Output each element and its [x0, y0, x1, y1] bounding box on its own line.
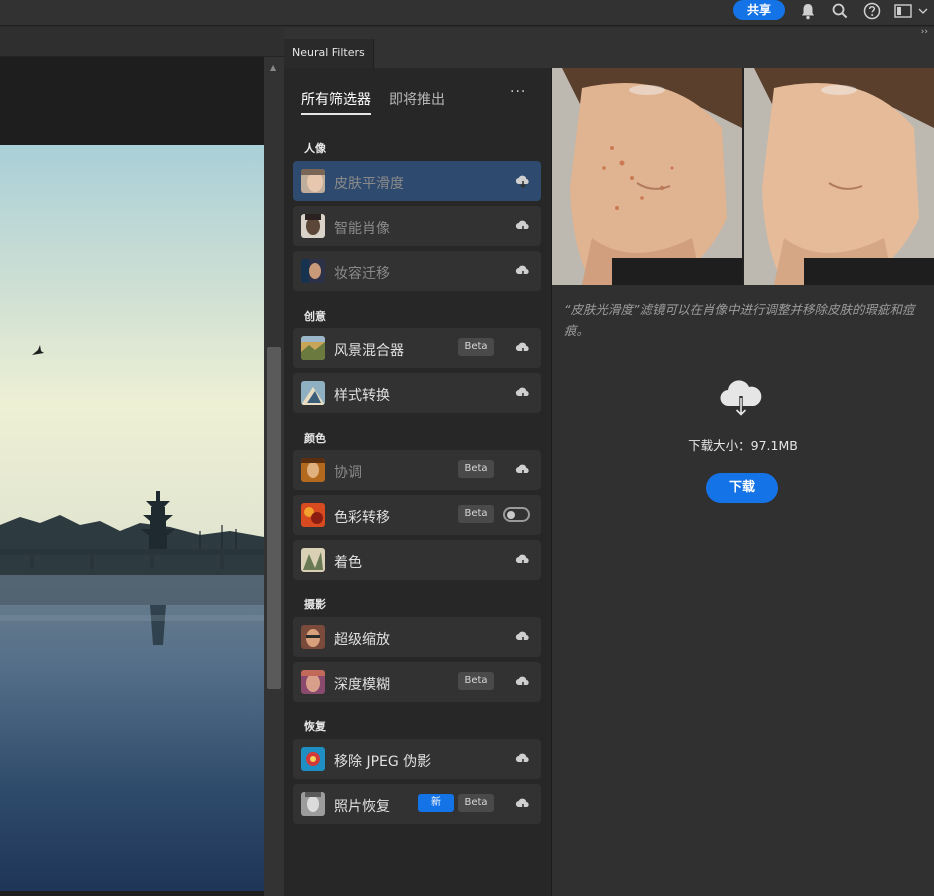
filter-harmonization[interactable]: 协调 Beta — [293, 450, 541, 490]
workspace-icon[interactable] — [894, 2, 912, 20]
filter-colorize[interactable]: 着色 — [293, 540, 541, 580]
beta-badge: Beta — [458, 794, 494, 812]
canvas-pasteboard-bottom — [0, 891, 264, 896]
filter-remove-jpeg-artifacts[interactable]: 移除 JPEG 伪影 — [293, 739, 541, 779]
download-button[interactable]: 下载 — [706, 473, 778, 503]
makeup-transfer-thumbnail — [301, 259, 325, 283]
filter-list-column: 所有筛选器 即将推出 ··· 人像 皮肤平滑度 智能肖像 妆容迁移 创意 风景混… — [284, 68, 552, 896]
filter-style-transfer[interactable]: 样式转换 — [293, 373, 541, 413]
photo-restoration-thumbnail — [301, 792, 325, 816]
filter-label: 样式转换 — [334, 388, 390, 404]
filter-super-zoom[interactable]: 超级缩放 — [293, 617, 541, 657]
filter-tabs: 所有筛选器 即将推出 ··· — [284, 68, 552, 128]
filter-color-transfer[interactable]: 色彩转移 Beta — [293, 495, 541, 535]
neural-filters-tab[interactable]: Neural Filters — [284, 39, 374, 68]
filter-skin-smoothing[interactable]: 皮肤平滑度 — [293, 161, 541, 201]
cloud-download-icon[interactable] — [515, 553, 531, 567]
filter-label: 智能肖像 — [334, 221, 390, 237]
filter-label: 妆容迁移 — [334, 266, 390, 282]
canvas-pasteboard-top — [0, 57, 264, 145]
cloud-download-icon[interactable] — [515, 752, 531, 766]
filter-makeup-transfer[interactable]: 妆容迁移 — [293, 251, 541, 291]
panel-header: Neural Filters ›› — [284, 27, 934, 68]
filter-label: 超级缩放 — [334, 632, 390, 648]
filter-smart-portrait[interactable]: 智能肖像 — [293, 206, 541, 246]
document-canvas[interactable] — [0, 57, 264, 896]
filter-label: 协调 — [334, 465, 362, 481]
new-badge: 新 — [418, 794, 454, 812]
cloud-download-icon[interactable] — [515, 264, 531, 278]
before-face-image — [552, 68, 742, 285]
cloud-download-icon[interactable] — [515, 386, 531, 400]
tab-all-filters[interactable]: 所有筛选器 — [301, 89, 371, 115]
beta-badge: Beta — [458, 460, 494, 478]
skin-smoothing-thumbnail — [301, 169, 325, 193]
depth-blur-thumbnail — [301, 670, 325, 694]
landscape-photo — [0, 145, 264, 891]
cloud-download-icon[interactable] — [515, 219, 531, 233]
jpeg-artifacts-thumbnail — [301, 747, 325, 771]
smart-portrait-thumbnail — [301, 214, 325, 238]
category-portrait: 人像 — [304, 142, 326, 155]
filter-label: 风景混合器 — [334, 343, 404, 359]
document-tab-strip — [0, 27, 284, 57]
more-options-icon[interactable]: ··· — [510, 84, 526, 100]
filter-label: 深度模糊 — [334, 677, 390, 693]
cloud-download-icon[interactable] — [515, 675, 531, 689]
category-color: 颜色 — [304, 432, 326, 445]
cloud-download-icon[interactable] — [515, 630, 531, 644]
filter-label: 照片恢复 — [334, 799, 390, 815]
style-transfer-thumbnail — [301, 381, 325, 405]
cloud-download-icon[interactable] — [515, 341, 531, 355]
landscape-mixer-thumbnail — [301, 336, 325, 360]
filter-label: 移除 JPEG 伪影 — [334, 754, 432, 770]
filter-detail-column: “皮肤光滑度”滤镜可以在肖像中进行调整并移除皮肤的瑕疵和痘痕。 下载大小：97.… — [552, 68, 934, 896]
filter-description: “皮肤光滑度”滤镜可以在肖像中进行调整并移除皮肤的瑕疵和痘痕。 — [564, 302, 915, 338]
before-after-preview — [552, 68, 934, 285]
colorize-thumbnail — [301, 548, 325, 572]
filter-photo-restoration[interactable]: 照片恢复 新 Beta — [293, 784, 541, 824]
category-creative: 创意 — [304, 310, 326, 323]
harmonization-thumbnail — [301, 458, 325, 482]
help-icon[interactable] — [863, 2, 881, 20]
filter-label: 皮肤平滑度 — [334, 176, 404, 192]
collapse-panel-icon[interactable]: ›› — [921, 27, 928, 37]
cloud-download-icon[interactable] — [515, 797, 531, 811]
beta-badge: Beta — [458, 672, 494, 690]
filter-label: 着色 — [334, 555, 362, 571]
app-top-bar: 共享 — [0, 0, 934, 26]
bell-icon[interactable] — [799, 2, 817, 20]
beta-badge: Beta — [458, 505, 494, 523]
cloud-download-large-icon — [720, 380, 762, 419]
scrollbar-thumb[interactable] — [267, 347, 281, 689]
filter-depth-blur[interactable]: 深度模糊 Beta — [293, 662, 541, 702]
cloud-download-icon[interactable] — [515, 463, 531, 477]
color-transfer-thumbnail — [301, 503, 325, 527]
chevron-down-icon[interactable] — [916, 2, 930, 20]
download-size-text: 下载大小：97.1MB — [688, 438, 798, 453]
tab-coming-soon[interactable]: 即将推出 — [389, 89, 445, 109]
category-restoration: 恢复 — [304, 720, 326, 733]
category-photography: 摄影 — [304, 598, 326, 611]
beta-badge: Beta — [458, 338, 494, 356]
scroll-up-arrow-icon[interactable]: ▲ — [270, 63, 276, 72]
search-icon[interactable] — [831, 2, 849, 20]
share-button[interactable]: 共享 — [733, 0, 785, 20]
filter-landscape-mixer[interactable]: 风景混合器 Beta — [293, 328, 541, 368]
super-zoom-thumbnail — [301, 625, 325, 649]
cloud-download-icon[interactable] — [515, 174, 531, 188]
filter-enable-toggle[interactable] — [503, 507, 530, 522]
after-face-image — [744, 68, 934, 285]
filter-label: 色彩转移 — [334, 510, 390, 526]
document-vertical-scrollbar[interactable]: ▲ — [264, 57, 284, 896]
